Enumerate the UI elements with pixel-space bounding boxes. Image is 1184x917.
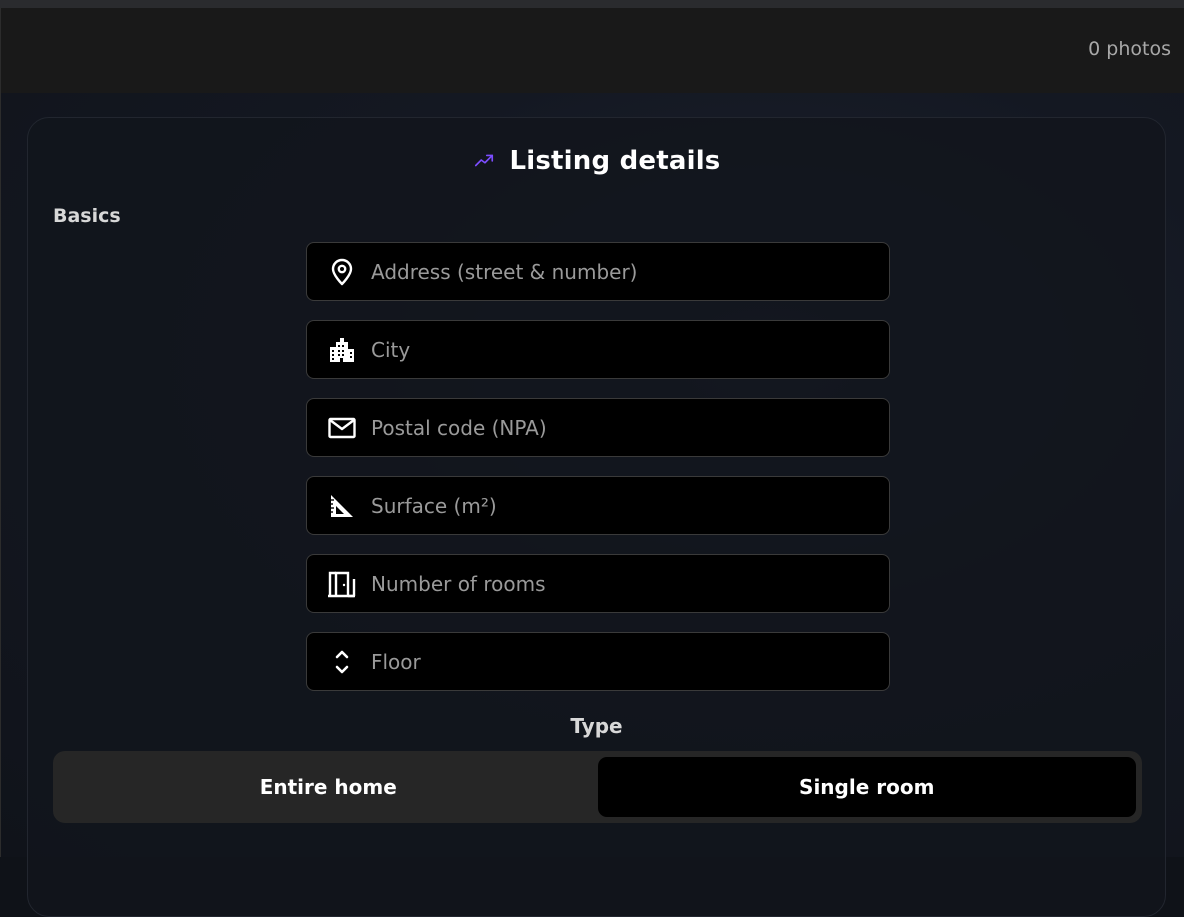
- address-field[interactable]: [306, 242, 890, 301]
- postal-code-input[interactable]: [371, 399, 889, 456]
- surface-field[interactable]: [306, 476, 890, 535]
- city-buildings-icon: [327, 335, 357, 365]
- door-icon: [327, 569, 357, 599]
- basics-fields: [306, 242, 890, 710]
- type-segmented-control: Entire home Single room: [53, 751, 1142, 823]
- postal-code-field[interactable]: [306, 398, 890, 457]
- type-option-single-room[interactable]: Single room: [597, 757, 1136, 817]
- map-pin-icon: [327, 257, 357, 287]
- section-label-basics: Basics: [53, 205, 121, 227]
- card-title: Listing details: [509, 146, 721, 176]
- city-field[interactable]: [306, 320, 890, 379]
- set-square-icon: [327, 491, 357, 521]
- surface-input[interactable]: [371, 477, 889, 534]
- top-strip: [0, 0, 1184, 8]
- top-header: 0 photos: [0, 8, 1184, 93]
- type-label: Type: [570, 714, 623, 738]
- address-input[interactable]: [371, 243, 889, 300]
- floor-input[interactable]: [371, 633, 889, 690]
- type-option-entire-home[interactable]: Entire home: [59, 757, 598, 817]
- photo-count: 0 photos: [1088, 38, 1171, 60]
- trending-up-icon: [473, 149, 495, 171]
- rooms-input[interactable]: [371, 555, 889, 612]
- listing-details-card: Listing details Basics Address (street &…: [27, 117, 1166, 917]
- floor-field[interactable]: [306, 632, 890, 691]
- main-area: Listing details Basics Address (street &…: [0, 93, 1184, 917]
- rooms-field[interactable]: [306, 554, 890, 613]
- card-header: Listing details: [28, 146, 1165, 176]
- up-down-chevrons-icon: [327, 647, 357, 677]
- city-input[interactable]: [371, 321, 889, 378]
- envelope-icon: [327, 413, 357, 443]
